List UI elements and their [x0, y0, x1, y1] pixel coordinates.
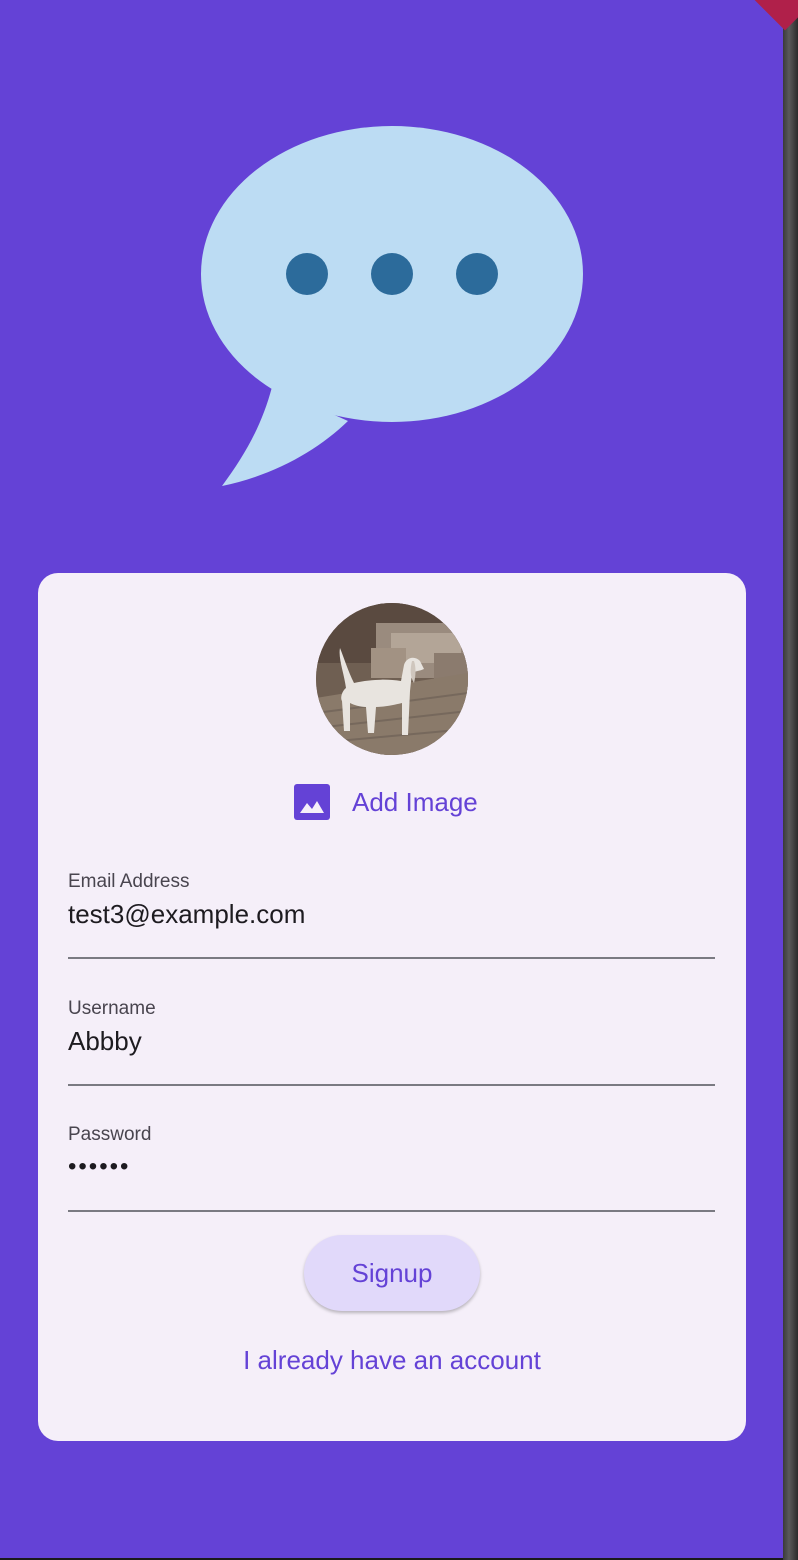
username-input[interactable]: [68, 1024, 715, 1058]
image-icon: [294, 784, 330, 820]
app-screen: Add Image Email Address Username Passwor…: [0, 0, 783, 1558]
signup-button[interactable]: Signup: [304, 1235, 480, 1311]
dog-photo: [316, 603, 468, 755]
password-field-label: Password: [68, 1124, 152, 1145]
username-field[interactable]: Username: [68, 998, 715, 1086]
email-input[interactable]: [68, 897, 715, 931]
email-field[interactable]: Email Address: [68, 871, 715, 959]
avatar: [316, 603, 468, 755]
add-image-label: Add Image: [352, 786, 478, 817]
password-input[interactable]: [68, 1150, 715, 1184]
add-image-button[interactable]: Add Image: [294, 778, 478, 826]
password-field[interactable]: Password: [68, 1124, 715, 1212]
already-have-account-link[interactable]: I already have an account: [38, 1345, 746, 1376]
email-field-label: Email Address: [68, 871, 190, 892]
signup-card: Add Image Email Address Username Passwor…: [38, 573, 746, 1441]
window-edge: [783, 0, 798, 1560]
username-field-label: Username: [68, 998, 156, 1019]
chat-bubble-icon: [201, 126, 583, 486]
